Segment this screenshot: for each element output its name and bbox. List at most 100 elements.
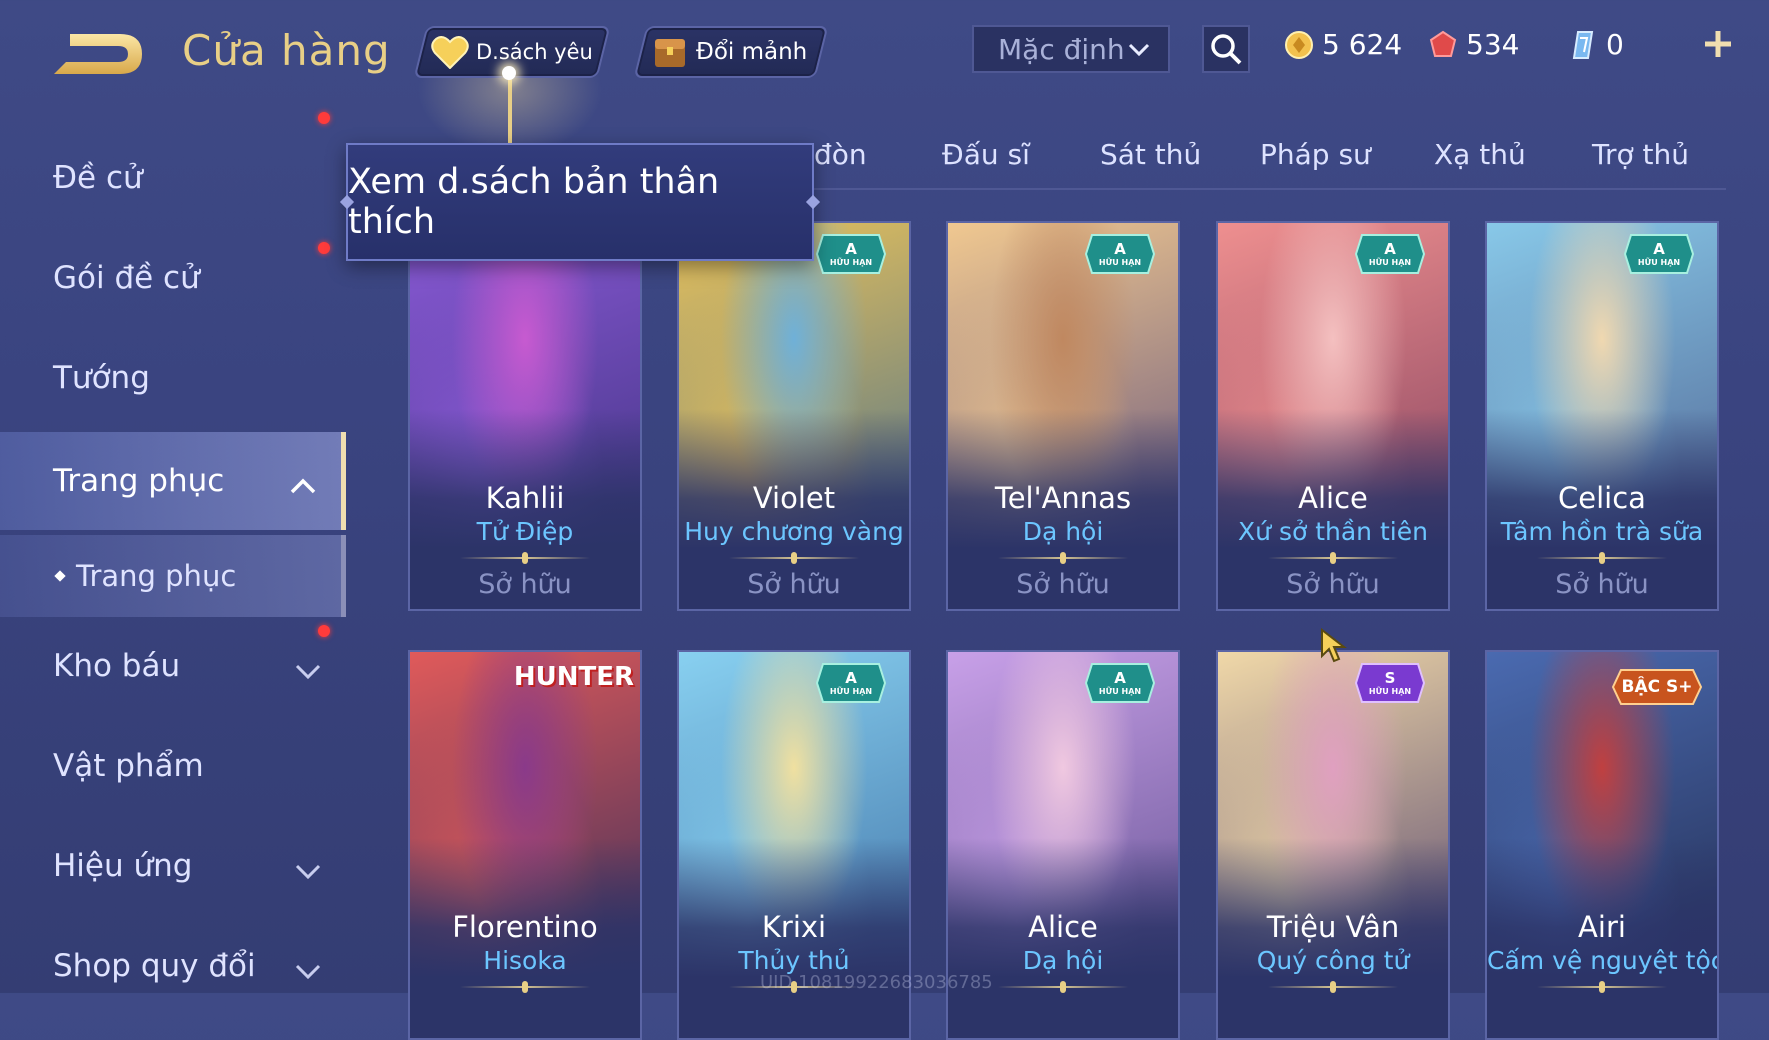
skin-card[interactable]: A HỮU HẠN Violet Huy chương vàng Sở hữu bbox=[677, 221, 911, 611]
page-title: Cửa hàng bbox=[182, 26, 391, 75]
tab-tank[interactable]: đòn bbox=[814, 138, 867, 171]
skin-name: Dạ hội bbox=[1022, 946, 1104, 975]
skin-name: Xứ sở thần tiên bbox=[1238, 517, 1428, 546]
skin-name: Huy chương vàng bbox=[684, 517, 904, 546]
sidebar: Đề cử Gói đề cử Tướng Trang phục Trang p… bbox=[0, 112, 346, 993]
owned-status: Sở hữu bbox=[478, 569, 572, 600]
hero-name: Tel'Annas bbox=[994, 481, 1132, 515]
sidebar-item-recommended[interactable]: Đề cử bbox=[0, 130, 346, 226]
chevron-down-icon bbox=[294, 854, 322, 890]
owned-status: Sở hữu bbox=[1286, 569, 1380, 600]
sidebar-item-label: Gói đề cử bbox=[53, 260, 200, 296]
skin-name: Cấm vệ nguyệt tộc bbox=[1487, 946, 1719, 975]
voucher-amount: 534 bbox=[1466, 28, 1520, 61]
bullet-icon bbox=[54, 570, 66, 582]
mouse-cursor-icon bbox=[1320, 627, 1350, 668]
voucher-currency: 534 bbox=[1428, 28, 1519, 61]
tab-fighter[interactable]: Đấu sĩ bbox=[942, 138, 1030, 171]
divider bbox=[998, 552, 1128, 564]
sidebar-item-effects[interactable]: Hiệu ứng bbox=[0, 818, 346, 914]
skin-card[interactable]: A HỮU HẠN Celica Tâm hồn trà sữa Sở hữu bbox=[1485, 221, 1719, 611]
rank-badge: BẬC S+ bbox=[1611, 668, 1703, 706]
shard-currency: 0 bbox=[1568, 28, 1624, 61]
hero-name: Triệu Vân bbox=[1266, 910, 1400, 944]
divider bbox=[1268, 981, 1398, 993]
divider bbox=[729, 552, 859, 564]
divider bbox=[1268, 552, 1398, 564]
sidebar-item-label: Kho báu bbox=[53, 648, 181, 684]
hunter-x-hunter-logo: HUNTER bbox=[513, 662, 634, 692]
grade-a-badge: A HỮU HẠN bbox=[1623, 233, 1695, 275]
sidebar-item-treasure[interactable]: Kho báu bbox=[0, 618, 346, 714]
owned-status: Sở hữu bbox=[747, 569, 841, 600]
hero-name: Alice bbox=[1028, 910, 1098, 944]
sidebar-item-label: Đề cử bbox=[53, 160, 143, 196]
skin-card[interactable]: A HỮU HẠN Alice Xứ sở thần tiên Sở hữu bbox=[1216, 221, 1450, 611]
hero-name: Florentino bbox=[452, 910, 598, 944]
gold-amount: 5 624 bbox=[1322, 28, 1403, 61]
sidebar-item-heroes[interactable]: Tướng bbox=[0, 330, 346, 426]
back-arrow-icon bbox=[54, 34, 142, 74]
gold-coin-icon bbox=[1284, 30, 1314, 60]
sidebar-item-label: Trang phục bbox=[53, 463, 225, 499]
sidebar-item-label: Vật phẩm bbox=[53, 748, 204, 784]
user-id-watermark: UID 10819922683036785 bbox=[760, 972, 993, 993]
sidebar-item-exchange-shop[interactable]: Shop quy đổi bbox=[0, 918, 346, 1014]
add-currency-button[interactable] bbox=[1698, 24, 1738, 64]
notification-dot bbox=[318, 625, 330, 637]
favorites-tooltip: Xem d.sách bản thân thích bbox=[339, 143, 821, 261]
skin-name: Quý công tử bbox=[1256, 946, 1410, 975]
grade-a-badge: A HỮU HẠN bbox=[1084, 233, 1156, 275]
hero-name: Kahlii bbox=[485, 481, 565, 515]
shard-amount: 0 bbox=[1606, 28, 1624, 61]
treasure-chest-icon bbox=[650, 32, 690, 72]
tab-marksman[interactable]: Xạ thủ bbox=[1434, 138, 1526, 171]
skin-card[interactable]: HUNTER Florentino Hisoka bbox=[408, 650, 642, 1040]
tooltip-pointer-dot bbox=[502, 66, 516, 80]
sidebar-item-label: Trang phục bbox=[76, 559, 237, 593]
favorites-label: D.sách yêu bbox=[476, 40, 593, 64]
skin-name: Tử Điệp bbox=[476, 517, 574, 546]
sidebar-item-recommended-packs[interactable]: Gói đề cử bbox=[0, 112, 346, 326]
skin-card[interactable]: A HỮU HẠN Tel'Annas Dạ hội Sở hữu bbox=[946, 221, 1180, 611]
tab-assassin[interactable]: Sát thủ bbox=[1100, 138, 1201, 171]
sidebar-subitem-skins[interactable]: Trang phục bbox=[0, 535, 346, 617]
hero-name: Alice bbox=[1298, 481, 1368, 515]
heart-icon bbox=[430, 32, 470, 72]
skin-name: Dạ hội bbox=[1022, 517, 1104, 546]
skin-card[interactable]: S HỮU HẠN Triệu Vân Quý công tử bbox=[1216, 650, 1450, 1040]
back-button[interactable] bbox=[50, 28, 150, 84]
owned-status: Sở hữu bbox=[1016, 569, 1110, 600]
skin-card[interactable]: Kahlii Tử Điệp Sở hữu bbox=[408, 221, 642, 611]
divider bbox=[460, 981, 590, 993]
skin-card[interactable]: BẬC S+ Airi Cấm vệ nguyệt tộc bbox=[1485, 650, 1719, 1040]
chevron-down-icon bbox=[1126, 37, 1152, 70]
hero-name: Celica bbox=[1558, 481, 1646, 515]
sidebar-item-skins[interactable]: Trang phục bbox=[0, 432, 346, 530]
chevron-down-icon bbox=[294, 954, 322, 990]
exchange-shards-button[interactable]: Đổi mảnh bbox=[633, 26, 829, 78]
grade-a-badge: A HỮU HẠN bbox=[815, 662, 887, 704]
grade-a-badge: A HỮU HẠN bbox=[1354, 233, 1426, 275]
sort-dropdown[interactable]: Mặc định bbox=[972, 25, 1170, 73]
top-bar: Cửa hàng D.sách yêu Đổi mảnh Mặc định 5 … bbox=[0, 0, 1769, 160]
grade-a-badge: A HỮU HẠN bbox=[815, 233, 887, 275]
tooltip-text: Xem d.sách bản thân thích bbox=[348, 162, 720, 242]
notification-dot bbox=[318, 112, 330, 124]
owned-status: Sở hữu bbox=[1555, 569, 1649, 600]
divider bbox=[460, 552, 590, 564]
chevron-down-icon bbox=[294, 654, 322, 690]
sidebar-item-label: Tướng bbox=[53, 360, 150, 396]
tab-mage[interactable]: Pháp sư bbox=[1260, 138, 1371, 171]
hero-name: Airi bbox=[1578, 910, 1626, 944]
skin-name: Thủy thủ bbox=[738, 946, 850, 975]
sidebar-item-items[interactable]: Vật phẩm bbox=[0, 718, 346, 814]
grade-s-badge: S HỮU HẠN bbox=[1354, 662, 1426, 704]
search-button[interactable] bbox=[1202, 25, 1250, 73]
skin-name: Tâm hồn trà sữa bbox=[1500, 517, 1704, 546]
hero-name: Violet bbox=[752, 481, 836, 515]
tab-support[interactable]: Trợ thủ bbox=[1592, 138, 1689, 171]
grade-a-badge: A HỮU HẠN bbox=[1084, 662, 1156, 704]
divider bbox=[1537, 981, 1667, 993]
plus-icon bbox=[1705, 31, 1731, 57]
